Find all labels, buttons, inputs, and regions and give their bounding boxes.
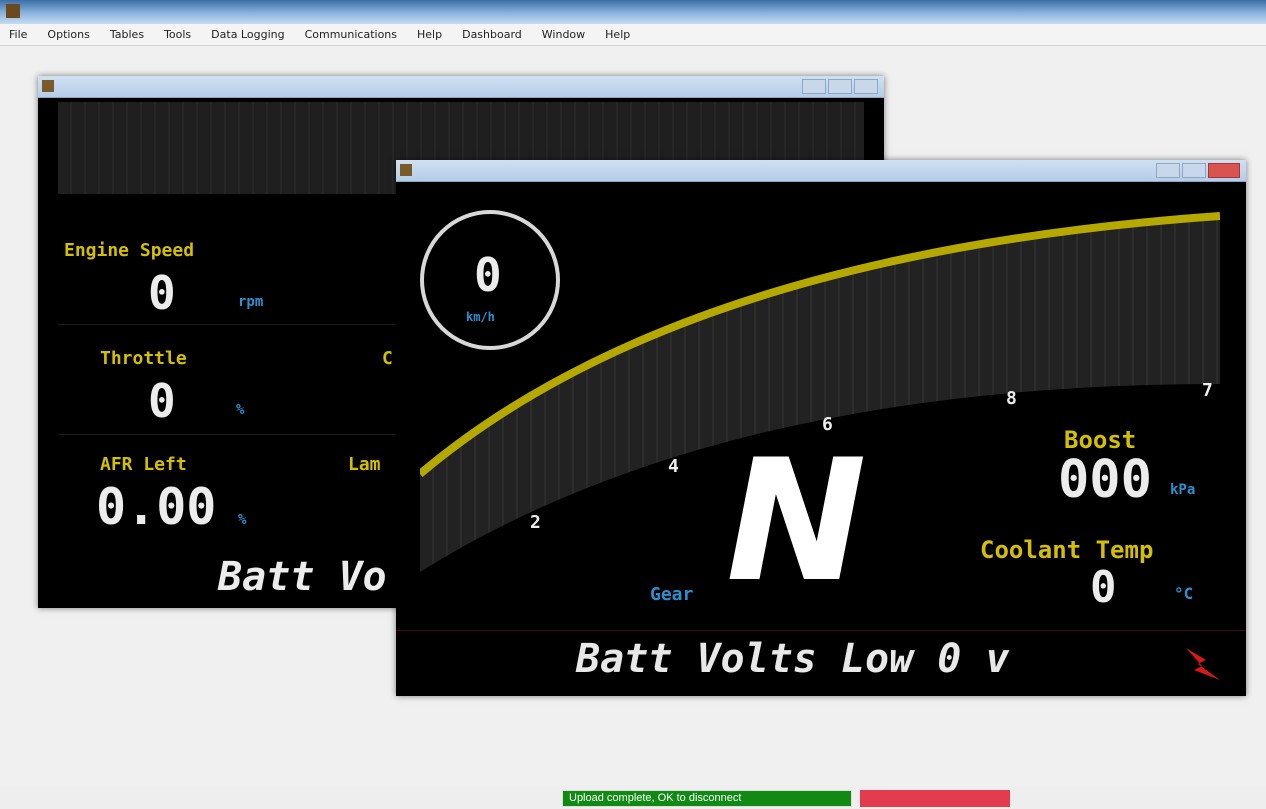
divider [396,630,1246,631]
gear-label: Gear [650,584,694,605]
app-titlebar [0,0,1266,24]
coolant-temp-label: Coolant Temp [980,536,1154,564]
window-controls [1156,163,1240,178]
front-window-titlebar[interactable] [396,160,1246,182]
boost-unit: kPa [1170,482,1196,498]
speed-unit: km/h [466,310,495,324]
menu-file[interactable]: File [6,26,30,43]
menu-tables[interactable]: Tables [107,26,147,43]
rpm-tick-label: 8 [1006,388,1017,409]
speed-value: 0 [474,248,502,302]
app-icon [6,4,20,18]
window-controls [802,79,878,94]
front-dashboard-window[interactable]: 0 km/h 2 4 6 8 7 Gear N Boost 000 kPa Co… [396,160,1246,696]
coolant-temp-value: 0 [1090,562,1117,613]
afr-left-unit: % [238,512,247,528]
gear-value: N [726,423,867,619]
menu-help[interactable]: Help [414,26,445,43]
throttle-unit: % [236,402,245,418]
divider [58,434,398,435]
maximize-button[interactable] [1182,163,1206,178]
engine-speed-label: Engine Speed [64,240,195,261]
menu-help-2[interactable]: Help [602,26,633,43]
afr-left-label: AFR Left [100,454,187,475]
divider [58,324,398,325]
maximize-button[interactable] [828,79,852,94]
menu-data-logging[interactable]: Data Logging [208,26,287,43]
menu-options[interactable]: Options [44,26,92,43]
rpm-tick-label: 2 [530,512,541,533]
alert-icon [1186,648,1220,680]
menu-dashboard[interactable]: Dashboard [459,26,525,43]
menu-tools[interactable]: Tools [161,26,194,43]
window-icon [400,164,412,176]
coolant-temp-unit: °C [1174,584,1194,603]
back-batt-message: Batt Vo [218,554,387,600]
warning-message: Batt Volts Low 0 v [576,636,1010,682]
afr-left-value: 0.00 [96,478,217,536]
upload-status: Upload complete, OK to disconnect [562,790,852,807]
rpm-tick-label: 7 [1202,380,1213,401]
minimize-button[interactable] [1156,163,1180,178]
close-button[interactable] [854,79,878,94]
menu-window[interactable]: Window [539,26,588,43]
boost-value: 000 [1058,450,1152,510]
menubar: File Options Tables Tools Data Logging C… [0,24,1266,46]
lambda-label-partial: Lam [348,454,381,475]
cut-label-partial: C [382,348,393,369]
throttle-label: Throttle [100,348,187,369]
status-indicator [860,790,1010,807]
minimize-button[interactable] [802,79,826,94]
engine-speed-unit: rpm [238,294,264,310]
window-icon [42,80,54,92]
throttle-value: 0 [148,374,176,428]
engine-speed-value: 0 [148,266,176,320]
menu-communications[interactable]: Communications [302,26,400,43]
back-window-titlebar[interactable] [38,76,884,98]
close-button[interactable] [1208,163,1240,178]
rpm-tick-label: 4 [668,456,679,477]
